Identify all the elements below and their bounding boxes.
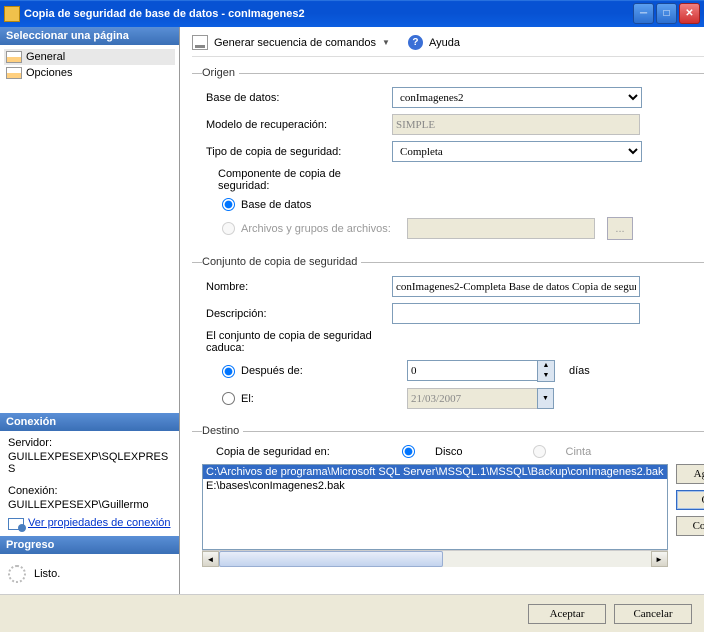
component-database-radio[interactable] — [222, 198, 235, 211]
connection-label: Conexión: — [8, 485, 171, 497]
app-icon — [4, 6, 20, 22]
date-dropdown-button: ▼ — [537, 388, 554, 409]
scroll-left-button[interactable]: ◄ — [202, 551, 219, 567]
minimize-button[interactable]: ─ — [633, 3, 654, 24]
name-field[interactable] — [392, 276, 640, 297]
window-title: Copia de seguridad de base de datos - co… — [24, 8, 633, 20]
destination-group: Destino Copia de seguridad en: Disco Cin… — [192, 425, 704, 571]
cancel-button[interactable]: Cancelar — [614, 604, 692, 624]
files-browse-button: ... — [607, 217, 633, 240]
sidebar-item-options[interactable]: Opciones — [4, 65, 175, 81]
maximize-button[interactable]: □ — [656, 3, 677, 24]
days-label: días — [569, 365, 590, 377]
sidebar-item-general[interactable]: General — [4, 49, 175, 65]
page-icon — [6, 67, 22, 79]
help-icon: ? — [408, 35, 423, 50]
expire-after-label: Después de: — [241, 365, 401, 377]
horizontal-scrollbar[interactable]: ◄ ► — [202, 550, 668, 567]
spinner-up-button[interactable]: ▲ — [538, 361, 554, 371]
script-button[interactable]: Generar secuencia de comandos — [214, 37, 376, 49]
page-icon — [6, 51, 22, 63]
dropdown-icon[interactable]: ▼ — [382, 38, 390, 47]
description-label: Descripción: — [202, 308, 392, 320]
connection-properties-link[interactable]: Ver propiedades de conexión — [8, 517, 171, 530]
tape-radio — [533, 445, 546, 458]
backup-to-label: Copia de seguridad en: — [202, 446, 382, 458]
close-button[interactable]: ✕ — [679, 3, 700, 24]
files-field — [407, 218, 595, 239]
recovery-label: Modelo de recuperación: — [202, 119, 392, 131]
server-label: Servidor: — [8, 437, 171, 449]
expire-label: El conjunto de copia de seguridad caduca… — [202, 330, 392, 354]
ok-button[interactable]: Aceptar — [528, 604, 606, 624]
backup-set-group: Conjunto de copia de seguridad Nombre: D… — [192, 256, 704, 419]
sidebar-item-label: Opciones — [26, 67, 72, 79]
connection-icon — [8, 518, 24, 530]
expire-on-field — [407, 388, 537, 409]
component-files-label: Archivos y grupos de archivos: — [241, 223, 401, 235]
sidebar: Seleccionar una página General Opciones … — [0, 27, 180, 594]
sidebar-item-label: General — [26, 51, 65, 63]
dialog-footer: Aceptar Cancelar — [0, 594, 704, 632]
expire-on-label: El: — [241, 393, 401, 405]
component-files-radio — [222, 222, 235, 235]
contents-button[interactable]: Contenido — [676, 516, 704, 536]
add-button[interactable]: Agregar... — [676, 464, 704, 484]
backup-type-label: Tipo de copia de seguridad: — [202, 146, 392, 158]
expire-after-field[interactable] — [407, 360, 537, 381]
description-field[interactable] — [392, 303, 640, 324]
origin-legend: Origen — [202, 67, 239, 79]
list-item[interactable]: C:\Archivos de programa\Microsoft SQL Se… — [203, 465, 667, 479]
destination-list[interactable]: C:\Archivos de programa\Microsoft SQL Se… — [202, 464, 668, 550]
expire-on-radio[interactable] — [222, 392, 235, 405]
connection-header: Conexión — [0, 413, 179, 431]
database-select[interactable]: conImagenes2 — [392, 87, 642, 108]
name-label: Nombre: — [202, 281, 392, 293]
server-value: GUILLEXPESEXP\SQLEXPRESS — [8, 451, 171, 475]
remove-button[interactable]: Quitar — [676, 490, 704, 510]
titlebar: Copia de seguridad de base de datos - co… — [0, 0, 704, 27]
sidebar-header: Seleccionar una página — [0, 27, 179, 45]
help-button[interactable]: Ayuda — [429, 37, 460, 49]
script-icon — [192, 35, 208, 50]
progress-icon — [8, 565, 26, 583]
spinner-down-button[interactable]: ▼ — [538, 371, 554, 381]
tape-label: Cinta — [566, 446, 592, 458]
recovery-field — [392, 114, 640, 135]
origin-group: Origen Base de datos: conImagenes2 Model… — [192, 67, 704, 250]
expire-after-radio[interactable] — [222, 365, 235, 378]
connection-value: GUILLEXPESEXP\Guillermo — [8, 499, 171, 511]
scroll-right-button[interactable]: ► — [651, 551, 668, 567]
destination-legend: Destino — [202, 425, 243, 437]
backup-type-select[interactable]: Completa — [392, 141, 642, 162]
content-panel: Generar secuencia de comandos ▼ ? Ayuda … — [180, 27, 704, 594]
list-item[interactable]: E:\bases\conImagenes2.bak — [203, 479, 667, 493]
backup-set-legend: Conjunto de copia de seguridad — [202, 256, 361, 268]
disk-label: Disco — [435, 446, 463, 458]
database-label: Base de datos: — [202, 92, 392, 104]
component-database-label: Base de datos — [241, 199, 311, 211]
component-label: Componente de copia de seguridad: — [202, 168, 392, 192]
progress-header: Progreso — [0, 536, 179, 554]
disk-radio[interactable] — [402, 445, 415, 458]
scroll-thumb[interactable] — [219, 551, 443, 567]
progress-status: Listo. — [34, 568, 60, 580]
